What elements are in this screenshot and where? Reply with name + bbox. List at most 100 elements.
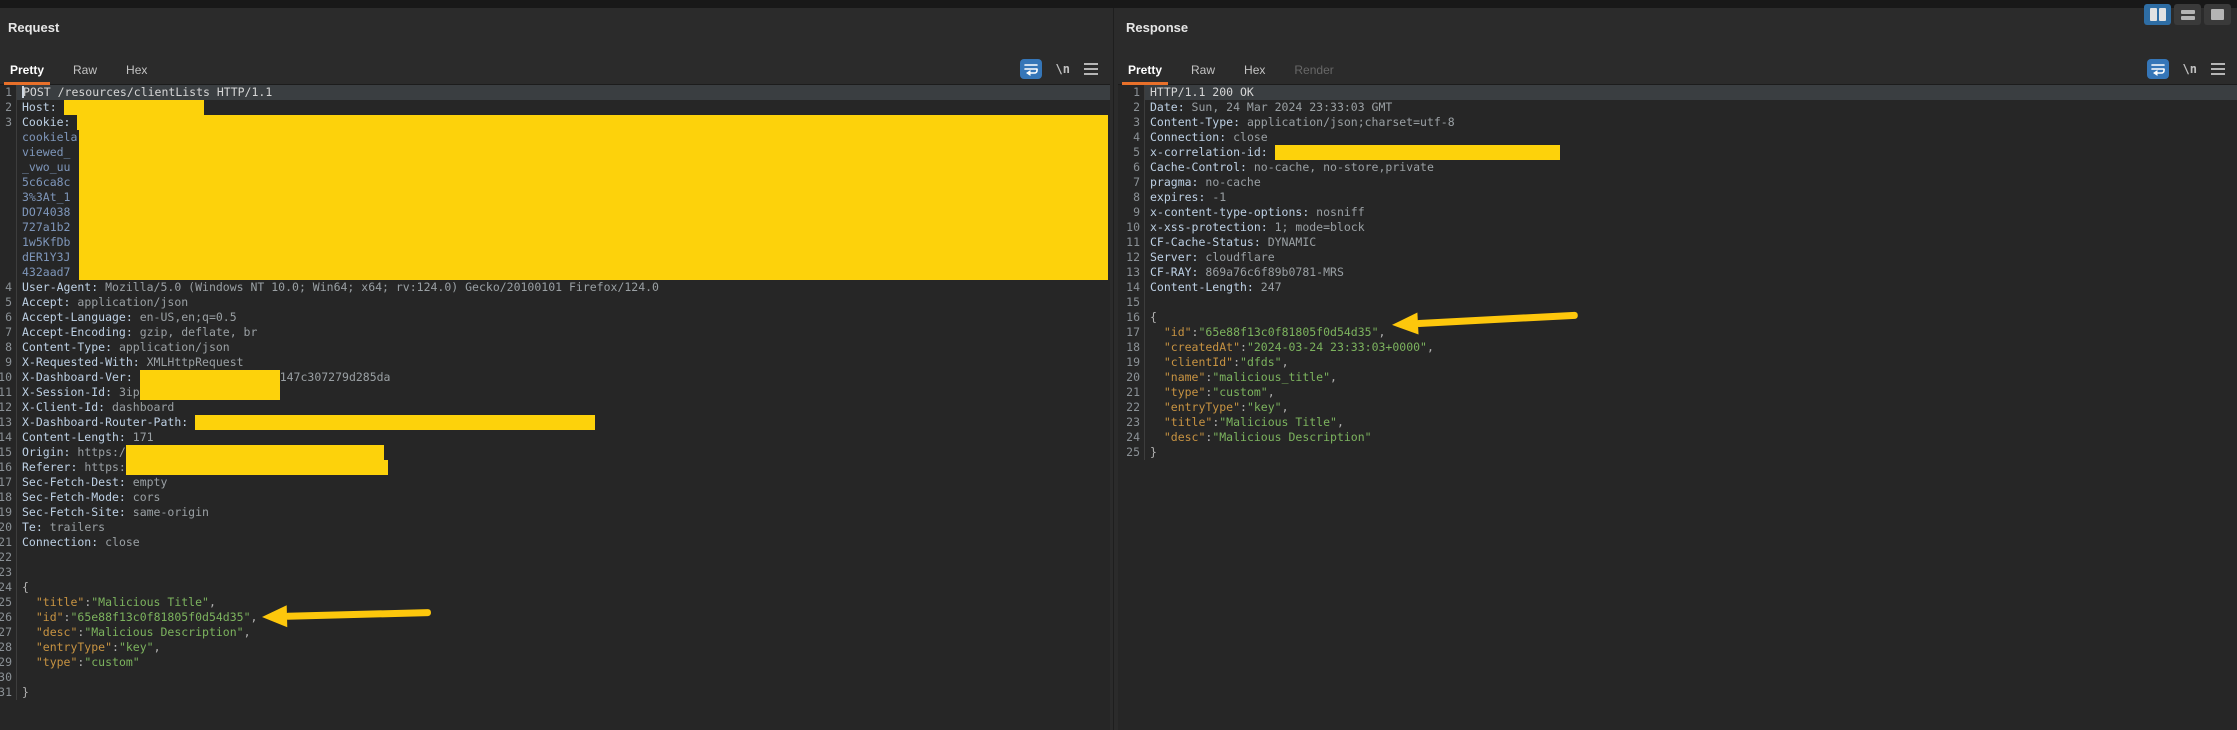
request-tab-pretty[interactable]: Pretty: [10, 63, 44, 77]
code-line: 432aad7: [0, 265, 1110, 280]
response-tabbar: PrettyRawHexRender \n: [1118, 52, 2237, 85]
code-text: Sec-Fetch-Site:: [22, 505, 133, 520]
code-line: 31}: [0, 685, 1110, 700]
editor-menu-icon[interactable]: [1084, 63, 1098, 75]
code-text: trailers: [50, 520, 105, 535]
code-line: 14Content-Length: 247: [1118, 280, 2237, 295]
line-number: 23: [1126, 415, 1140, 430]
code-text: "key": [1247, 400, 1282, 415]
code-line: 1HTTP/1.1 200 OK: [1118, 85, 2237, 100]
line-number: 19: [0, 505, 12, 520]
line-number: 23: [0, 565, 12, 580]
code-text: "2024-03-24 23:33:03+0000": [1247, 340, 1427, 355]
code-line: 18Sec-Fetch-Mode: cors: [0, 490, 1110, 505]
code-line: 16{: [1118, 310, 2237, 325]
code-text: Accept:: [22, 295, 77, 310]
code-text: empty: [133, 475, 168, 490]
redaction: [79, 265, 1108, 280]
code-text: :: [1192, 325, 1199, 340]
line-number: 15: [0, 445, 12, 460]
redaction: [140, 385, 280, 400]
code-line: 27 "desc":"Malicious Description",: [0, 625, 1110, 640]
code-text: "createdAt": [1150, 340, 1240, 355]
redaction: [79, 235, 1108, 250]
line-number: 13: [0, 415, 12, 430]
response-tab-raw[interactable]: Raw: [1191, 63, 1215, 77]
code-line: 7Accept-Encoding: gzip, deflate, br: [0, 325, 1110, 340]
newline-toggle-icon[interactable]: \n: [2183, 62, 2197, 76]
request-editor-icons: \n: [1020, 58, 1098, 80]
response-editor-icons: \n: [2147, 58, 2225, 80]
code-text: ,: [154, 640, 161, 655]
code-text: Connection:: [1150, 130, 1233, 145]
request-tab-raw[interactable]: Raw: [73, 63, 97, 77]
line-number: 6: [1133, 160, 1140, 175]
code-text: same-origin: [133, 505, 209, 520]
response-tab-pretty[interactable]: Pretty: [1128, 63, 1162, 77]
redaction: [79, 175, 1108, 190]
code-line: viewed_: [0, 145, 1110, 160]
code-text: "key": [119, 640, 154, 655]
response-tab-hex[interactable]: Hex: [1244, 63, 1265, 77]
code-line: cookiela: [0, 130, 1110, 145]
line-number: 10: [0, 370, 12, 385]
code-text: https:/: [77, 445, 125, 460]
line-number: 13: [1126, 265, 1140, 280]
newline-toggle-icon[interactable]: \n: [1056, 62, 1070, 76]
code-text: x-content-type-options:: [1150, 205, 1316, 220]
request-tab-hex[interactable]: Hex: [126, 63, 147, 77]
code-text: "Malicious Title": [91, 595, 209, 610]
code-text: Server:: [1150, 250, 1205, 265]
line-number: 12: [1126, 250, 1140, 265]
code-text: Accept-Language:: [22, 310, 140, 325]
word-wrap-icon[interactable]: [2147, 59, 2169, 79]
code-line: 2Host:: [0, 100, 1110, 115]
code-text: DO74038: [22, 205, 79, 220]
redaction: [126, 445, 384, 460]
code-line: 28 "entryType":"key",: [0, 640, 1110, 655]
code-line: 15Origin: https:/: [0, 445, 1110, 460]
code-text: :: [77, 625, 84, 640]
code-text: _vwo_uu: [22, 160, 79, 175]
request-editor[interactable]: 1POST /resources/clientLists HTTP/1.12Ho…: [0, 85, 1110, 730]
code-text: application/json;charset=utf-8: [1247, 115, 1455, 130]
redaction: [140, 370, 280, 385]
code-text: "type": [22, 655, 77, 670]
code-text: expires:: [1150, 190, 1212, 205]
code-text: ,: [251, 610, 258, 625]
line-number: 21: [1126, 385, 1140, 400]
code-text: cookiela: [22, 130, 79, 145]
code-line: 9X-Requested-With: XMLHttpRequest: [0, 355, 1110, 370]
code-text: 247: [1261, 280, 1282, 295]
line-number: 9: [1133, 205, 1140, 220]
code-text: CF-RAY:: [1150, 265, 1205, 280]
code-line: 23: [0, 565, 1110, 580]
code-text: dashboard: [112, 400, 174, 415]
request-tabbar: Pretty Raw Hex \n: [0, 52, 1110, 85]
code-text: "id": [1150, 325, 1192, 340]
code-text: Cache-Control:: [1150, 160, 1254, 175]
code-text: ,: [1330, 370, 1337, 385]
code-text: viewed_: [22, 145, 79, 160]
code-text: "Malicious Description": [84, 625, 243, 640]
code-line: 18 "createdAt":"2024-03-24 23:33:03+0000…: [1118, 340, 2237, 355]
code-text: "type": [1150, 385, 1205, 400]
code-line: 25 "title":"Malicious Title",: [0, 595, 1110, 610]
code-text: no-cache, no-store,private: [1254, 160, 1434, 175]
code-text: Content-Length:: [22, 430, 133, 445]
code-text: pragma:: [1150, 175, 1205, 190]
panel-divider[interactable]: [1113, 8, 1114, 730]
editor-menu-icon[interactable]: [2211, 63, 2225, 75]
redaction: [79, 130, 1108, 145]
code-text: POST /resources/clientLists HTTP/1.1: [23, 85, 272, 100]
line-number: 20: [0, 520, 12, 535]
code-line: 21 "type":"custom",: [1118, 385, 2237, 400]
code-line: 1w5KfDb: [0, 235, 1110, 250]
code-line: 12Server: cloudflare: [1118, 250, 2237, 265]
word-wrap-icon[interactable]: [1020, 59, 1042, 79]
response-editor[interactable]: 1HTTP/1.1 200 OK2Date: Sun, 24 Mar 2024 …: [1118, 85, 2237, 730]
line-number: 25: [1126, 445, 1140, 460]
line-number: 12: [0, 400, 12, 415]
line-number: 9: [5, 355, 12, 370]
redaction: [79, 145, 1108, 160]
